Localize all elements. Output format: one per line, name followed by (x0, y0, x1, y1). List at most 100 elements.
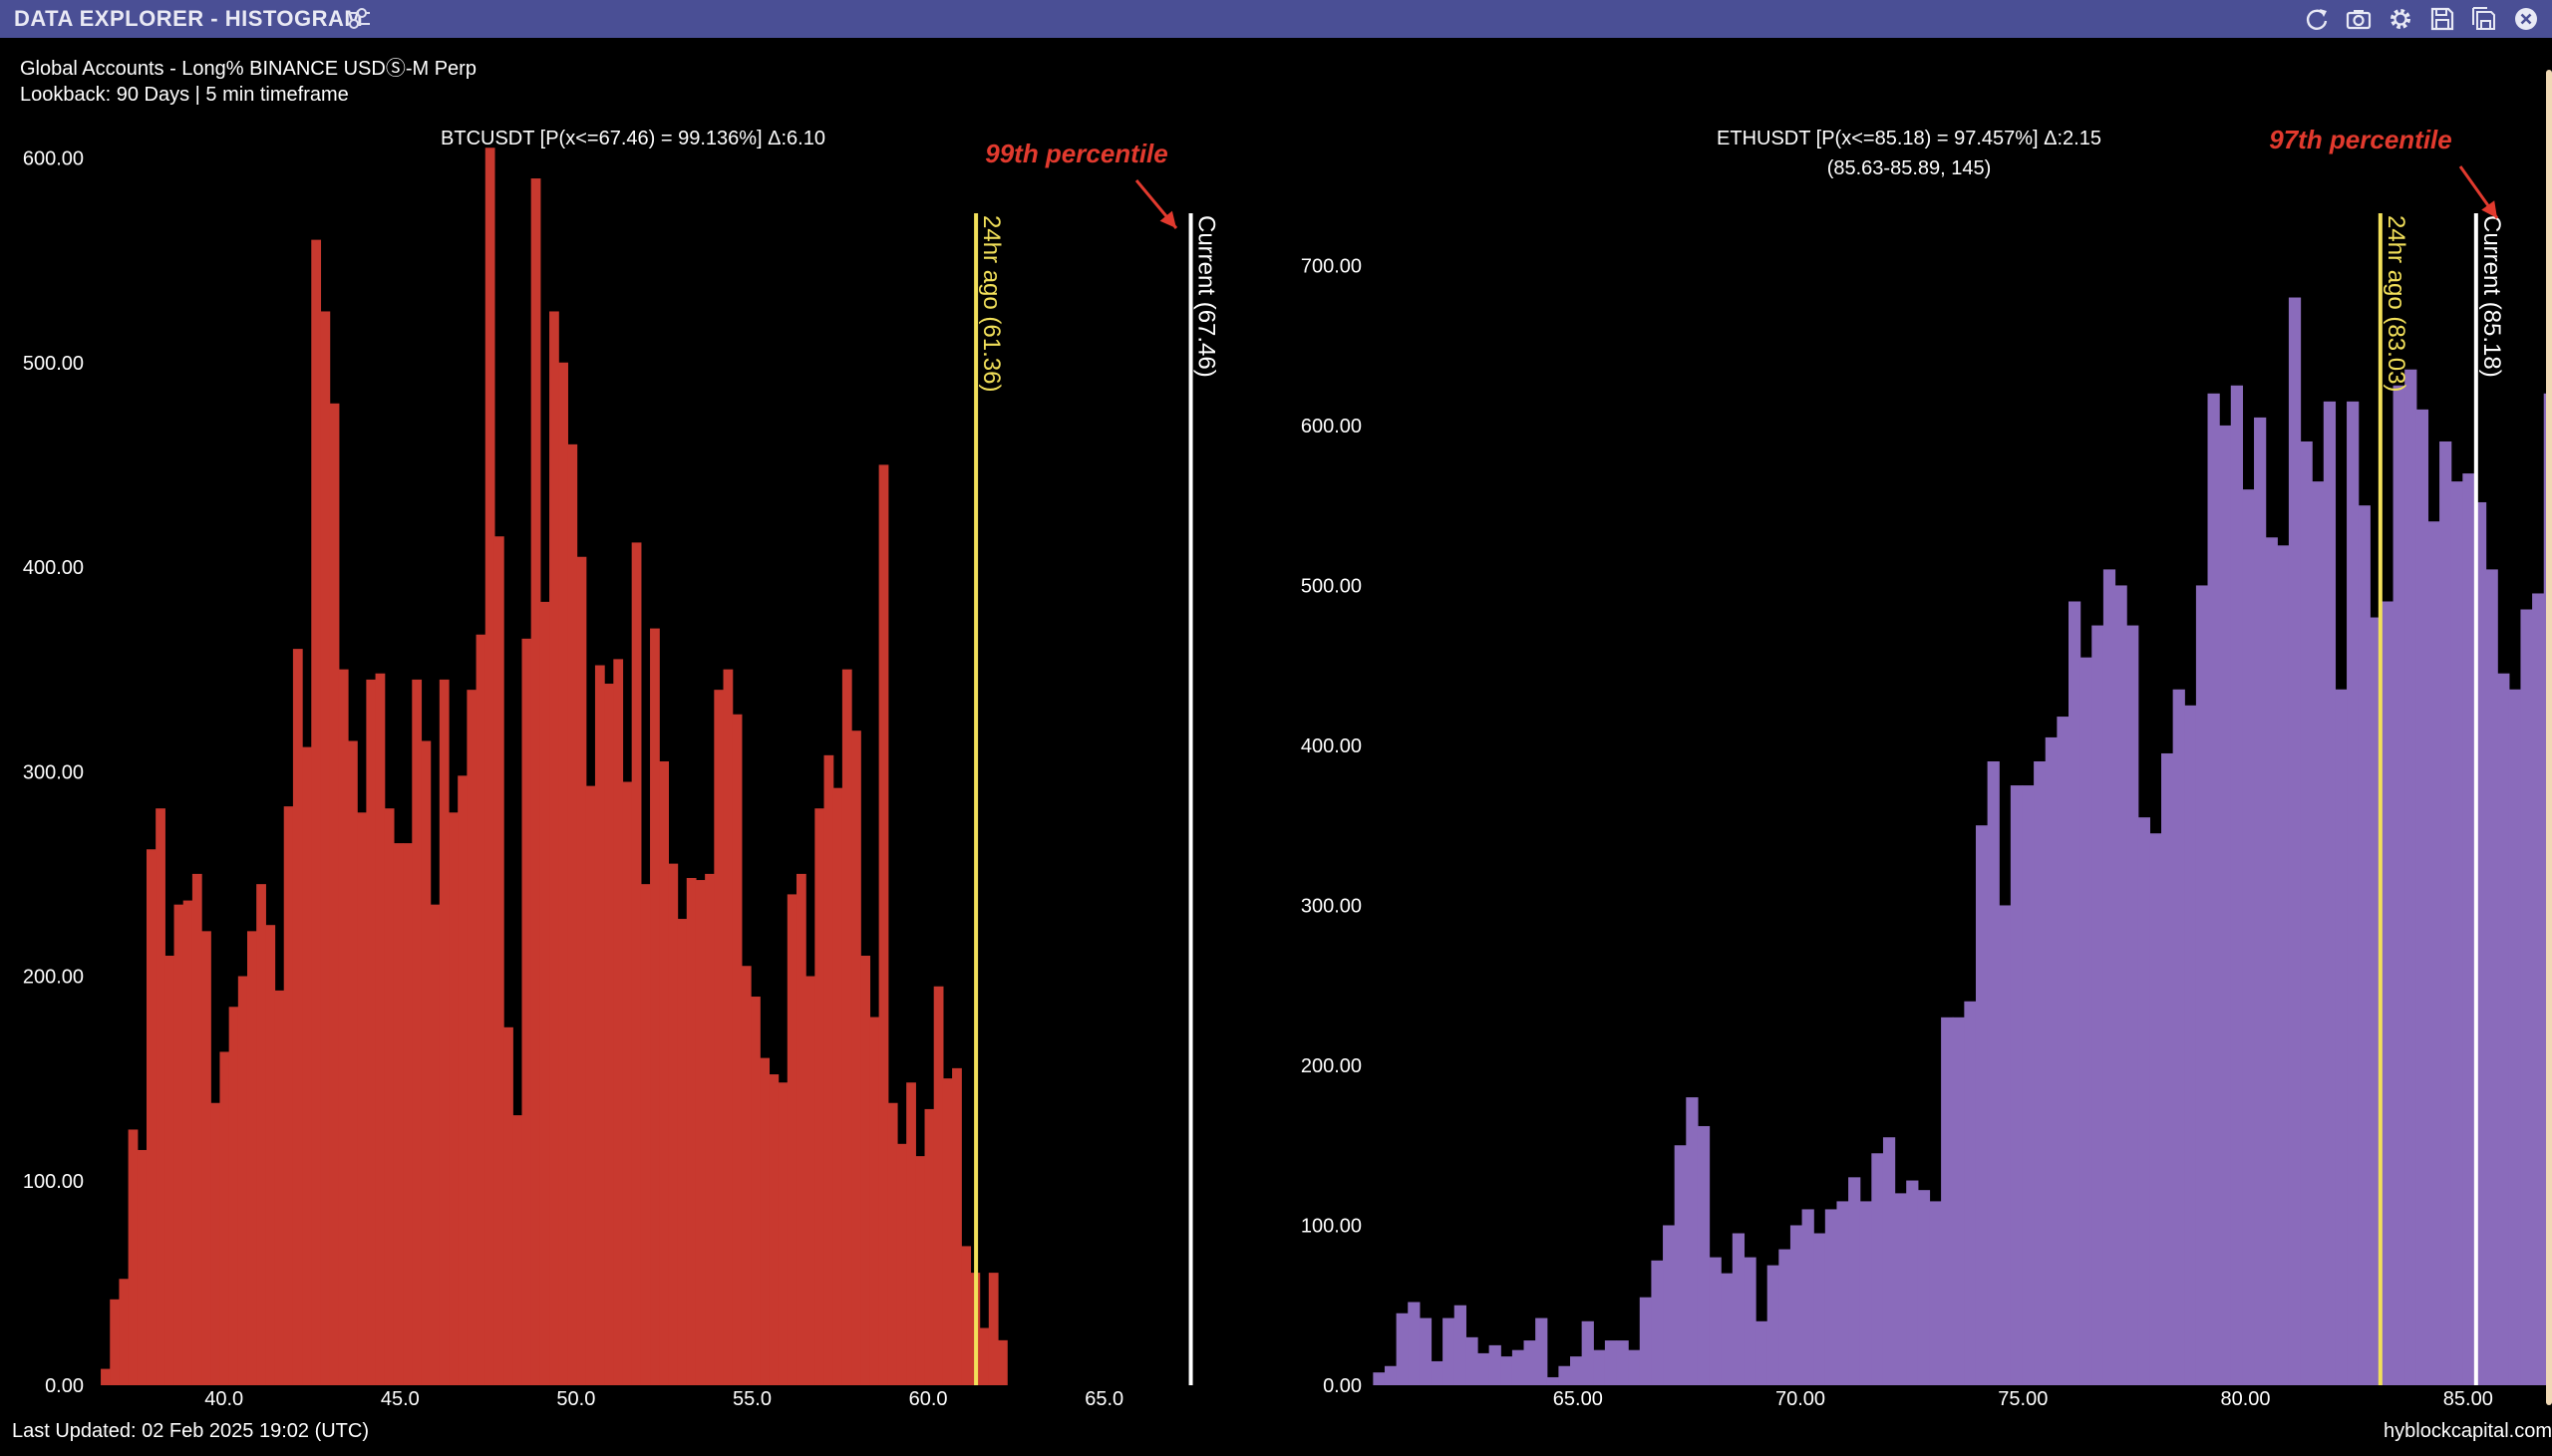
histogram-bar (237, 976, 248, 1385)
y-tick-label: 200.00 (23, 967, 84, 989)
histogram-bar (841, 669, 852, 1385)
histogram-bar (521, 638, 532, 1385)
histogram-bar (2137, 817, 2150, 1385)
histogram-bar (1789, 1225, 1803, 1385)
histogram-bar (128, 1129, 139, 1385)
y-tick-label: 600.00 (23, 148, 84, 170)
histogram-bar (677, 919, 688, 1385)
histogram-bar (1523, 1340, 1536, 1385)
x-tick-label: 85.00 (2443, 1388, 2493, 1410)
x-tick-label: 45.0 (381, 1388, 420, 1410)
histogram-bar (942, 1078, 953, 1385)
histogram-bar (530, 178, 541, 1385)
scrollbar[interactable] (2546, 70, 2552, 1405)
histogram-bar (164, 955, 175, 1385)
histogram-bar (906, 1082, 916, 1385)
histogram-bar (751, 997, 761, 1385)
histogram-bar (640, 884, 651, 1385)
histogram-bar (384, 808, 395, 1385)
histogram-bar (1755, 1320, 1768, 1385)
histogram-bar (403, 843, 413, 1385)
x-tick-label: 75.00 (1998, 1388, 2048, 1410)
histogram-bar (723, 669, 734, 1385)
histogram-bar (1396, 1312, 1409, 1385)
histogram-bar (604, 684, 614, 1385)
y-tick-label: 0.00 (45, 1375, 84, 1397)
histogram-bar (558, 362, 568, 1385)
histogram-bar (979, 1327, 990, 1385)
histogram-bar (228, 1007, 239, 1385)
histogram-bar (1778, 1249, 1791, 1385)
histogram-bar (201, 931, 211, 1385)
histogram-bar (585, 785, 596, 1385)
histogram-bar (1882, 1137, 1896, 1385)
histogram-bar (2462, 473, 2475, 1386)
histogram-bar (2207, 393, 2220, 1385)
histogram-bar (348, 740, 358, 1385)
histogram-bar (2114, 585, 2127, 1385)
histogram-bar (2335, 689, 2348, 1385)
histogram-bar (1721, 1273, 1734, 1385)
histogram-bar (1639, 1297, 1653, 1385)
histogram-bar (1801, 1209, 1814, 1385)
histogram-bar (823, 754, 834, 1385)
y-tick-label: 100.00 (1301, 1216, 1362, 1238)
histogram-bar (393, 843, 404, 1385)
y-tick-label: 700.00 (1301, 255, 1362, 277)
histogram-bar (2532, 593, 2545, 1385)
histogram-bar (1408, 1302, 1421, 1385)
histogram-bar (1628, 1349, 1641, 1385)
histogram-bar (1558, 1365, 1571, 1385)
histogram-bar (887, 1102, 898, 1385)
histogram-bar (705, 873, 715, 1385)
histogram-bar (357, 812, 367, 1385)
histogram-bar (2230, 385, 2244, 1385)
chart-title: BTCUSDT [P(x<=67.46) = 99.136%] Δ:6.10 (441, 128, 825, 149)
histogram-bar (219, 1051, 230, 1385)
histogram-bar (156, 808, 165, 1385)
histogram-bar (110, 1299, 121, 1385)
chart-subtitle: (85.63-85.89, 145) (1827, 157, 1992, 179)
histogram-bar (686, 877, 697, 1385)
histogram-bar (302, 746, 312, 1385)
histogram-bar (2184, 705, 2197, 1385)
histogram-bar (439, 679, 450, 1385)
histogram-bar (924, 1108, 935, 1385)
histogram-bar (1651, 1260, 1664, 1385)
histogram-bar (2450, 481, 2463, 1386)
histogram-bar (1616, 1340, 1629, 1385)
histogram-bar (1732, 1233, 1746, 1385)
histogram-bar (1384, 1365, 1398, 1385)
histogram-bar (503, 1026, 513, 1385)
histogram-bar (1593, 1349, 1606, 1385)
histogram-bar (2277, 545, 2290, 1385)
histogram-bar (2381, 601, 2394, 1385)
histogram-bar (2045, 736, 2058, 1385)
histogram-bar (375, 673, 386, 1385)
histogram-bar (998, 1339, 1008, 1385)
histogram-bar (860, 955, 871, 1385)
y-tick-label: 300.00 (23, 761, 84, 783)
histogram-bar (1987, 761, 2000, 1385)
histogram-bar (832, 787, 843, 1385)
histogram-bar (467, 690, 478, 1385)
x-tick-label: 80.00 (2220, 1388, 2270, 1410)
histogram-bar (2195, 585, 2209, 1385)
histogram-bar (493, 536, 504, 1385)
histogram-bar (1999, 905, 2012, 1385)
histogram-bar (851, 730, 861, 1385)
histogram-bar (539, 601, 550, 1385)
histogram-bar (458, 775, 468, 1385)
histogram-bar (1431, 1360, 1443, 1385)
histogram-bar (283, 806, 294, 1385)
histogram-bar (338, 669, 349, 1385)
histogram-bar (1975, 825, 1989, 1385)
histogram-bar (2079, 657, 2092, 1385)
marker-label-24hr: 24hr ago (83.03) (2383, 215, 2409, 392)
percentile-annotation: 97th percentile (2269, 125, 2452, 154)
histogram-bar (2265, 537, 2278, 1385)
histogram-bar (412, 679, 423, 1385)
histogram-bar (1674, 1145, 1687, 1385)
histogram-bar (1442, 1317, 1455, 1385)
histogram-bar (1824, 1209, 1838, 1385)
